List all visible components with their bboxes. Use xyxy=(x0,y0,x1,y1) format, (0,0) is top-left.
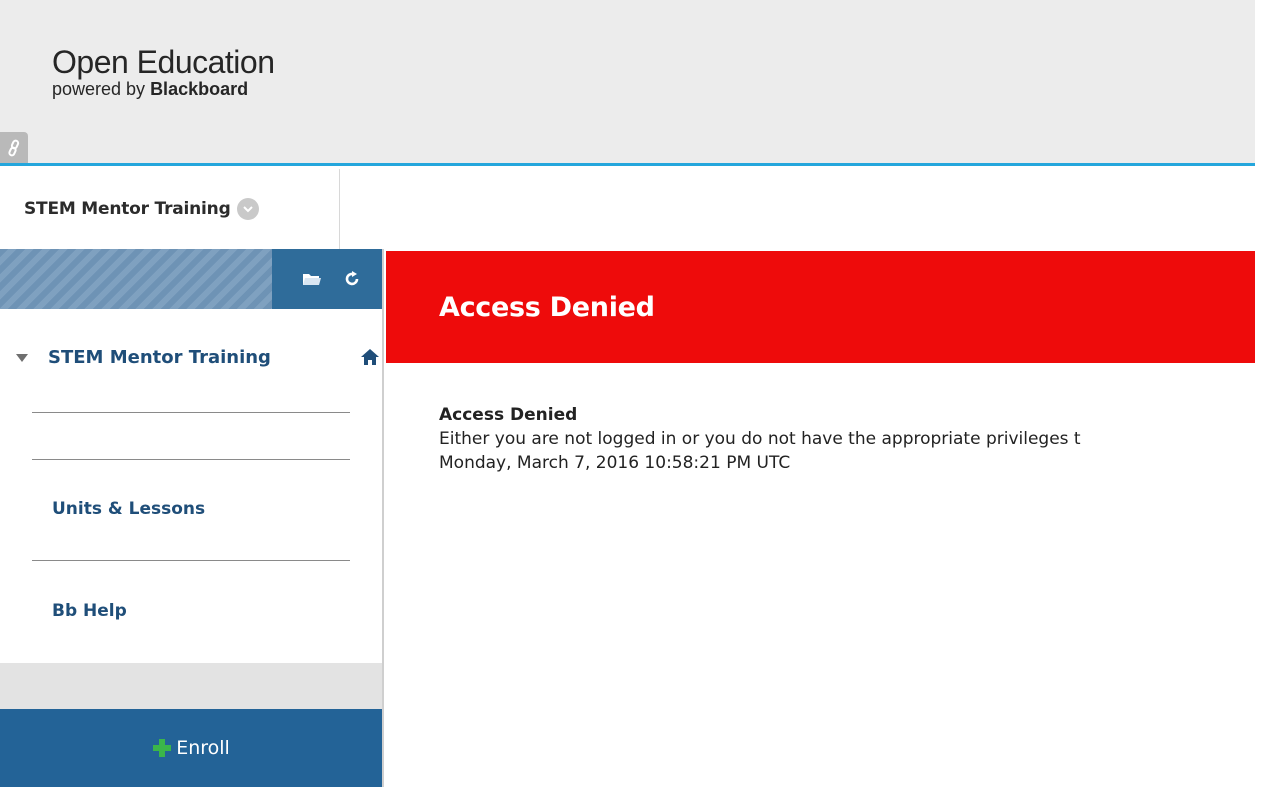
brand-subtitle: powered by Blackboard xyxy=(52,79,275,99)
message-title: Access Denied xyxy=(439,405,578,425)
sidebar-course-link[interactable]: STEM Mentor Training xyxy=(16,347,379,368)
sidebar-tools xyxy=(272,249,382,309)
site-header: Open Education powered by Blackboard xyxy=(0,0,1255,166)
brand-title: Open Education xyxy=(52,44,275,80)
link-icon-glyph xyxy=(8,139,20,156)
home-icon[interactable] xyxy=(360,348,380,370)
brand-logo[interactable]: Open Education powered by Blackboard xyxy=(52,45,275,99)
link-icon[interactable] xyxy=(0,132,28,163)
sidebar-spacer xyxy=(0,663,382,709)
brand-sub-bold: Blackboard xyxy=(150,79,249,99)
sidebar-item-units-lessons[interactable]: Units & Lessons xyxy=(52,499,205,519)
enroll-label: Enroll xyxy=(176,737,230,759)
divider xyxy=(32,560,350,561)
folder-icon[interactable] xyxy=(302,271,322,287)
refresh-icon[interactable] xyxy=(344,270,360,288)
sidebar-course-label: STEM Mentor Training xyxy=(48,347,271,368)
triangle-down-icon[interactable] xyxy=(16,353,28,362)
message-timestamp: Monday, March 7, 2016 10:58:21 PM UTC xyxy=(439,453,791,473)
message-body: Either you are not logged in or you do n… xyxy=(439,429,1081,449)
enroll-button[interactable]: Enroll xyxy=(0,709,382,787)
course-menu-button[interactable]: STEM Mentor Training xyxy=(0,169,340,249)
chevron-down-icon xyxy=(236,198,259,220)
brand-sub-prefix: powered by xyxy=(52,79,151,99)
course-menu-label: STEM Mentor Training xyxy=(24,199,231,219)
plus-icon xyxy=(153,739,172,757)
divider xyxy=(32,459,350,460)
course-menu-sidebar: STEM Mentor Training Units & Lessons Bb … xyxy=(0,249,384,787)
access-denied-banner: Access Denied xyxy=(386,251,1255,363)
page-title: Access Denied xyxy=(439,291,655,323)
error-message: Access Denied Either you are not logged … xyxy=(439,403,1255,475)
content-area: Access Denied Access Denied Either you a… xyxy=(386,249,1255,787)
sidebar-item-bb-help[interactable]: Bb Help xyxy=(52,601,127,621)
course-bar: STEM Mentor Training xyxy=(0,169,1255,249)
divider xyxy=(32,412,350,413)
